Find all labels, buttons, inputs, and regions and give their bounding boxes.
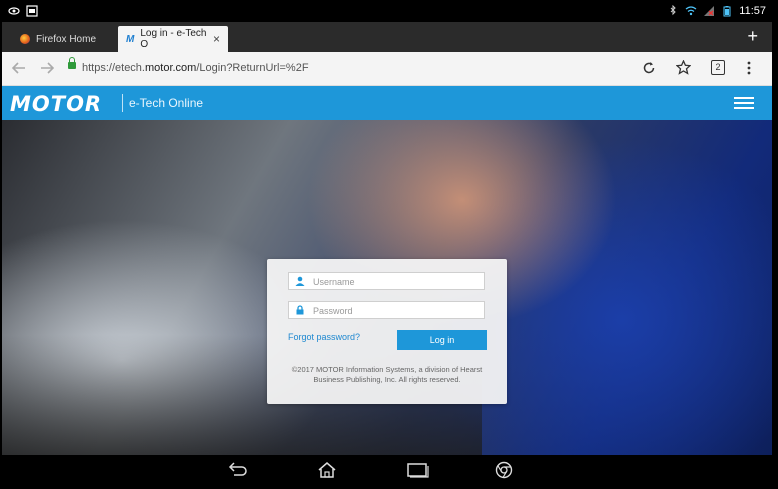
site-header: MOTOR e-Tech Online [2,86,772,120]
tab-count-button[interactable]: 2 [711,60,725,75]
reload-icon[interactable] [642,61,656,75]
tab-firefox-home[interactable]: Firefox Home [12,26,118,52]
screen-icon [26,5,38,17]
system-nav-bar [2,455,772,485]
hamburger-menu-icon[interactable] [734,97,754,109]
forgot-password-link[interactable]: Forgot password? [288,332,360,342]
login-card: Forgot password? Log in ©2017 MOTOR Info… [267,259,507,404]
url-suffix: /Login?ReturnUrl=%2F [196,62,309,74]
padlock-icon [296,305,304,315]
url-host: motor.com [144,62,197,74]
chrome-icon[interactable] [494,461,514,479]
url-bar: https://etech.motor.com/Login?ReturnUrl=… [2,52,772,86]
url-prefix: https://etech. [82,62,145,74]
forward-arrow-icon[interactable] [40,62,54,74]
back-icon[interactable] [228,461,248,479]
tab-label: Firefox Home [36,33,97,45]
password-field[interactable] [288,301,485,320]
new-tab-button[interactable]: + [747,26,758,47]
username-input[interactable] [311,273,485,291]
overflow-menu-icon[interactable] [747,61,751,75]
tab-label: Log in - e-Tech O [140,28,207,50]
copyright-line-2: Business Publishing, Inc. All rights res… [313,375,461,384]
firefox-icon [20,34,30,44]
motor-logo[interactable]: MOTOR [10,92,102,116]
status-bar: 11:57 [2,2,772,22]
username-field[interactable] [288,272,485,291]
password-input[interactable] [311,302,485,320]
header-subtitle: e-Tech Online [129,96,204,110]
eye-icon [8,7,20,15]
login-button[interactable]: Log in [397,330,487,350]
secure-lock-icon [68,57,76,69]
battery-icon [723,6,731,17]
tab-strip: Firefox Home M Log in - e-Tech O × + [2,22,772,52]
url-text[interactable]: https://etech.motor.com/Login?ReturnUrl=… [82,62,309,74]
user-icon [295,276,305,286]
bookmark-star-icon[interactable] [676,60,691,75]
tab-login[interactable]: M Log in - e-Tech O × [118,26,228,52]
home-icon[interactable] [317,461,337,479]
browser-window: 11:57 Firefox Home M Log in - e-Tech O ×… [2,2,772,485]
motor-favicon-icon: M [126,33,135,45]
copyright-line-1: ©2017 MOTOR Information Systems, a divis… [291,365,483,374]
close-tab-icon[interactable]: × [213,32,220,46]
back-arrow-icon[interactable] [12,62,26,74]
bluetooth-icon [670,5,676,16]
status-time: 11:57 [739,5,766,17]
header-divider [122,94,123,112]
recent-apps-icon[interactable] [406,461,430,479]
signal-icon [704,6,715,16]
copyright-text: ©2017 MOTOR Information Systems, a divis… [277,365,497,385]
wifi-icon [685,6,697,16]
